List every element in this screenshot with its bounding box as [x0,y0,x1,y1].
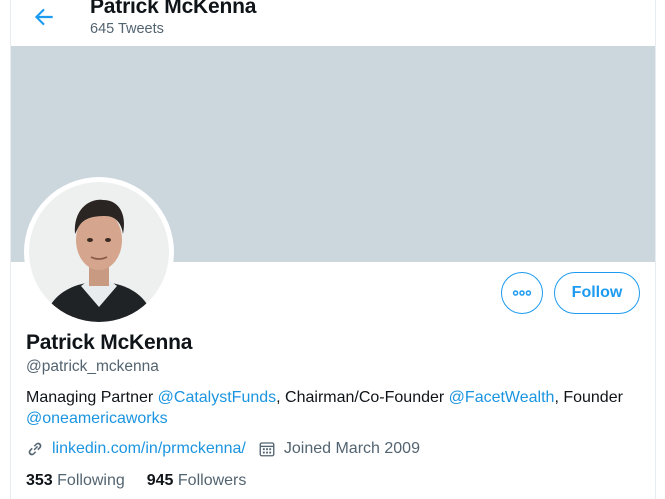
followers-count: 945 [146,472,174,489]
bio-text: , Chairman/Co-Founder [276,389,449,406]
profile-handle: @patrick_mckenna [26,358,159,375]
profile-name: Patrick McKenna [26,331,193,354]
bio-text: Managing Partner [26,389,158,406]
mention-link[interactable]: @FacetWealth [449,389,555,406]
profile-meta: linkedin.com/in/prmckenna/ Joined March … [26,440,432,458]
header-name: Patrick McKenna [90,0,257,18]
link-icon [28,442,42,456]
joined-item: Joined March 2009 [258,440,420,458]
following-stat[interactable]: 353 Following [26,472,125,490]
profile-page: Patrick McKenna 645 Tweets Follow Patric… [10,0,656,499]
bio-text: , Founder [554,389,623,406]
calendar-icon [259,442,275,457]
joined-date: Joined March 2009 [283,440,420,457]
more-options-button[interactable] [501,272,543,314]
following-count: 353 [26,472,53,489]
more-horizontal-icon [512,290,532,296]
followers-stat[interactable]: 945 Followers [147,472,247,490]
website-link[interactable]: linkedin.com/in/prmckenna/ [52,440,246,458]
profile-header-bar: Patrick McKenna 645 Tweets [11,0,655,46]
mention-link[interactable]: @CatalystFunds [158,389,277,406]
mention-link[interactable]: @oneamericaworks [26,410,168,427]
header-tweet-count: 645 Tweets [90,21,164,37]
avatar-photo [29,182,169,322]
avatar[interactable] [24,177,174,327]
follow-button[interactable]: Follow [554,272,640,314]
profile-bio: Managing Partner @CatalystFunds, Chairma… [26,387,651,429]
followers-label: Followers [177,472,247,489]
profile-stats: 353 Following 945 Followers [26,472,268,490]
back-arrow-icon[interactable] [31,4,57,30]
following-label: Following [57,472,125,489]
website-item: linkedin.com/in/prmckenna/ [26,440,246,458]
